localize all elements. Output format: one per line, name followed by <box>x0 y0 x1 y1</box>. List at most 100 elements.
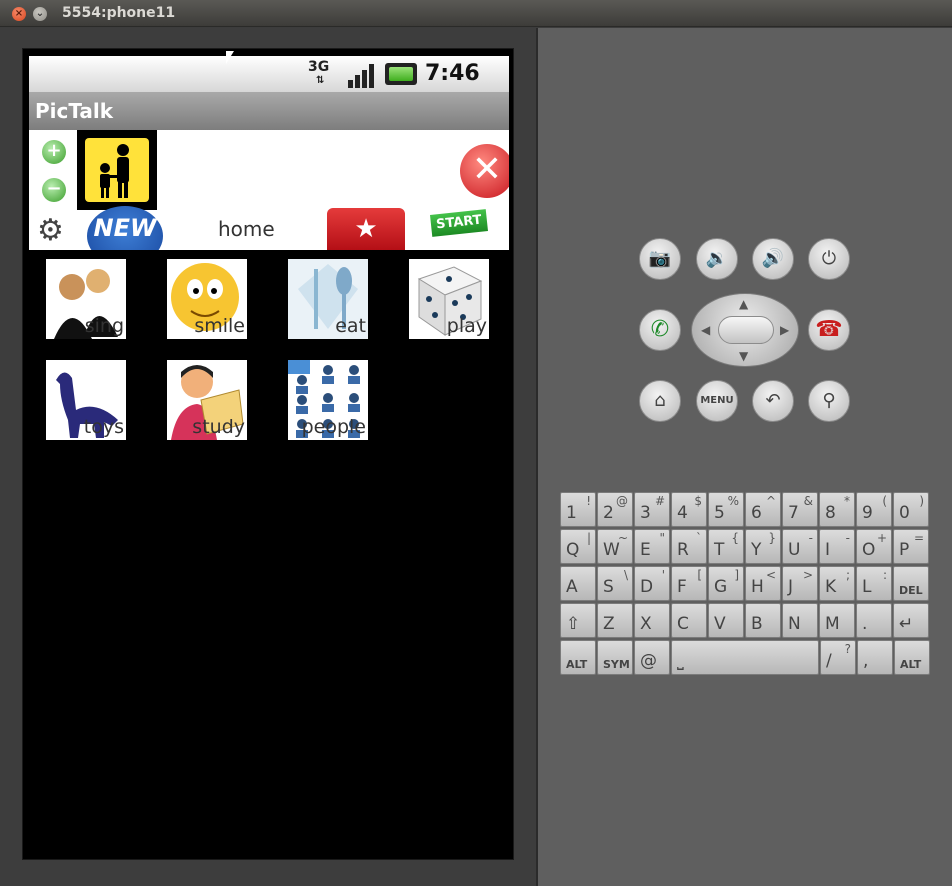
tile-play[interactable]: play <box>409 259 489 339</box>
dpad-up-icon[interactable]: ▲ <box>739 297 748 311</box>
volume-up-icon[interactable]: 🔊 <box>752 238 794 280</box>
key-comma[interactable]: , <box>857 640 893 675</box>
key-alt-right[interactable]: ALT <box>894 640 930 675</box>
key-K[interactable]: K; <box>819 566 855 601</box>
key-slash[interactable]: /? <box>820 640 856 675</box>
call-icon[interactable]: ✆ <box>639 309 681 351</box>
window-close-button[interactable]: × <box>12 7 26 21</box>
key-P[interactable]: P = <box>893 529 929 564</box>
key-1[interactable]: 1! <box>560 492 596 527</box>
key-4[interactable]: 4 $ <box>671 492 707 527</box>
tile-study[interactable]: study <box>167 360 247 440</box>
power-icon[interactable]: ⏻ <box>808 238 850 280</box>
key-B[interactable]: B <box>745 603 781 638</box>
start-button[interactable]: START <box>430 209 488 237</box>
key-6[interactable]: 6 ^ <box>745 492 781 527</box>
key-F[interactable]: F[ <box>671 566 707 601</box>
tile-eat[interactable]: eat <box>288 259 368 339</box>
selected-home-tile[interactable] <box>77 130 157 210</box>
key-↵[interactable]: ↵ <box>893 603 929 638</box>
key-label: ↵ <box>899 614 914 634</box>
tile-label: toys <box>83 416 124 438</box>
key-M[interactable]: M <box>819 603 855 638</box>
key-L[interactable]: L: <box>856 566 892 601</box>
close-icon[interactable]: ✕ <box>460 144 509 198</box>
key-label: Q <box>566 540 580 560</box>
volume-down-icon[interactable]: 🔉 <box>696 238 738 280</box>
zoom-in-button[interactable]: + <box>42 140 66 164</box>
key-alt-label: @ <box>616 494 628 508</box>
key-.[interactable]: . <box>856 603 892 638</box>
key-⇧[interactable]: ⇧ <box>560 603 596 638</box>
home-icon[interactable]: ⌂ <box>639 380 681 422</box>
key-G[interactable]: G] <box>708 566 744 601</box>
key-V[interactable]: V <box>708 603 744 638</box>
key-space[interactable]: ⎵ <box>671 640 819 675</box>
tile-toys[interactable]: toys <box>46 360 126 440</box>
tile-label: people <box>301 416 366 438</box>
dpad[interactable]: ▲ ▼ ◀ ▶ <box>691 293 799 367</box>
tile-smile[interactable]: smile <box>167 259 247 339</box>
dpad-left-icon[interactable]: ◀ <box>701 323 710 337</box>
key-sym[interactable]: SYM <box>597 640 633 675</box>
key-0[interactable]: 0) <box>893 492 929 527</box>
key-at[interactable]: @ <box>634 640 670 675</box>
dpad-right-icon[interactable]: ▶ <box>780 323 789 337</box>
key-label: E <box>640 540 651 560</box>
key-3[interactable]: 3 # <box>634 492 670 527</box>
key-alt-label: ) <box>919 494 924 508</box>
key-label: ⎵ <box>677 651 684 671</box>
key-N[interactable]: N <box>782 603 818 638</box>
key-alt-label: - <box>808 531 813 545</box>
key-W[interactable]: W ~ <box>597 529 633 564</box>
key-T[interactable]: T{ <box>708 529 744 564</box>
key-8[interactable]: 8 * <box>819 492 855 527</box>
window-titlebar: × ⌄ 5554:phone11 <box>0 0 952 27</box>
key-label: M <box>825 614 840 634</box>
dpad-down-icon[interactable]: ▼ <box>739 349 748 363</box>
key-C[interactable]: C <box>671 603 707 638</box>
key-label: ALT <box>566 658 588 671</box>
search-icon[interactable]: ⚲ <box>808 380 850 422</box>
key-label: A <box>566 577 578 597</box>
key-Z[interactable]: Z <box>597 603 633 638</box>
key-I[interactable]: I- <box>819 529 855 564</box>
key-label: P <box>899 540 910 560</box>
battery-charging-icon <box>385 63 417 85</box>
key-E[interactable]: E " <box>634 529 670 564</box>
key-label: Y <box>751 540 762 560</box>
key-Q[interactable]: Q | <box>560 529 596 564</box>
key-X[interactable]: X <box>634 603 670 638</box>
key-7[interactable]: 7 & <box>782 492 818 527</box>
zoom-out-button[interactable]: − <box>42 178 66 202</box>
key-alt-left[interactable]: ALT <box>560 640 596 675</box>
key-D[interactable]: D ' <box>634 566 670 601</box>
dpad-center-button[interactable] <box>718 316 774 344</box>
end-call-icon[interactable]: ☎ <box>808 309 850 351</box>
key-U[interactable]: U- <box>782 529 818 564</box>
key-O[interactable]: O + <box>856 529 892 564</box>
tile-people[interactable]: people <box>288 360 368 440</box>
key-9[interactable]: 9( <box>856 492 892 527</box>
key-label: R <box>677 540 689 560</box>
emulator-controls-panel <box>538 28 952 886</box>
favorites-star-icon[interactable]: ★ <box>327 208 405 250</box>
key-A[interactable]: A <box>560 566 596 601</box>
key-2[interactable]: 2 @ <box>597 492 633 527</box>
new-button[interactable]: NEW <box>87 206 163 250</box>
key-alt-label: > <box>802 568 813 582</box>
back-icon[interactable]: ↶ <box>752 380 794 422</box>
key-S[interactable]: S \ <box>597 566 633 601</box>
gear-icon[interactable]: ⚙ <box>37 215 69 247</box>
window-minimize-button[interactable]: ⌄ <box>33 7 47 21</box>
menu-button[interactable]: MENU <box>696 380 738 422</box>
camera-icon[interactable]: 📷 <box>639 238 681 280</box>
key-H[interactable]: H < <box>745 566 781 601</box>
tile-sing[interactable]: sing <box>46 259 126 339</box>
key-R[interactable]: R ` <box>671 529 707 564</box>
key-5[interactable]: 5% <box>708 492 744 527</box>
key-label: ⇧ <box>566 614 581 634</box>
key-J[interactable]: J > <box>782 566 818 601</box>
key-Y[interactable]: Y} <box>745 529 781 564</box>
key-DEL[interactable]: DEL <box>893 566 929 601</box>
